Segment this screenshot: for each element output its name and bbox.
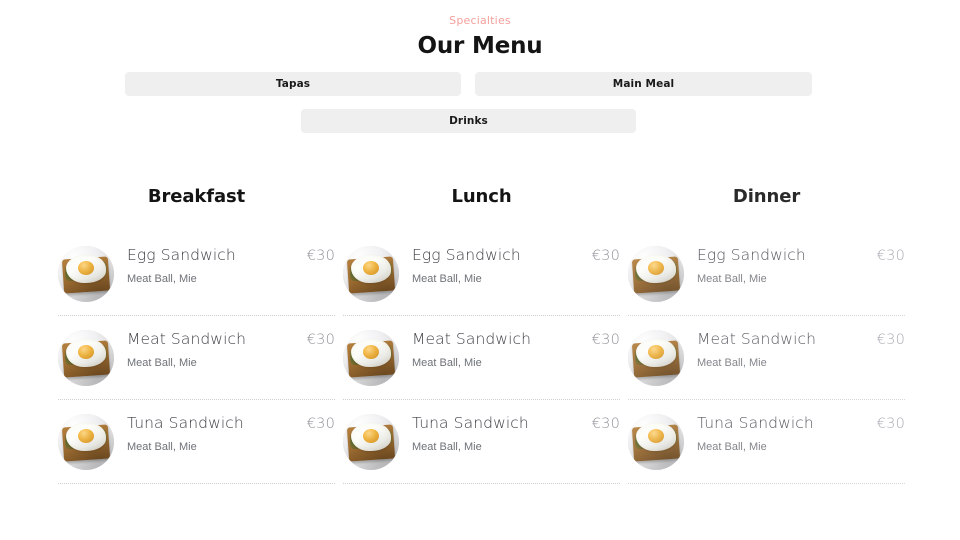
menu-item-description: Meat Ball, Mie	[697, 441, 767, 453]
menu-item-description: Meat Ball, Mie	[412, 273, 482, 285]
menu-item-text: Egg Sandwich €30 Meat Ball, Mie	[684, 245, 905, 286]
menu-item-price: €30	[876, 248, 905, 264]
menu-item-row[interactable]: Egg Sandwich €30 Meat Ball, Mie	[628, 243, 905, 316]
food-photo-thumbnail	[628, 330, 684, 386]
menu-column-lunch: Lunch Egg Sandwich €30 Meat Ball, Mie Me…	[343, 185, 620, 497]
column-title: Breakfast	[147, 186, 246, 207]
menu-item-headline: Egg Sandwich €30	[697, 245, 905, 266]
menu-item-text: Meat Sandwich €30 Meat Ball, Mie	[684, 329, 905, 370]
shadow-overlay	[628, 330, 684, 386]
menu-item-text: Meat Sandwich €30 Meat Ball, Mie	[114, 329, 335, 370]
menu-item-name: Meat Sandwich	[127, 330, 247, 348]
shadow-overlay	[628, 246, 684, 302]
menu-item-list: Egg Sandwich €30 Meat Ball, Mie Meat San…	[343, 243, 620, 484]
menu-item-price: €30	[876, 332, 905, 348]
menu-item-name: Egg Sandwich	[697, 246, 806, 264]
menu-item-row[interactable]: Egg Sandwich €30 Meat Ball, Mie	[343, 243, 620, 316]
menu-item-description: Meat Ball, Mie	[412, 357, 482, 369]
menu-item-name: Tuna Sandwich	[412, 414, 529, 432]
menu-item-headline: Meat Sandwich €30	[697, 329, 905, 350]
menu-item-list: Egg Sandwich €30 Meat Ball, Mie Meat San…	[58, 243, 335, 484]
menu-column-breakfast: Breakfast Egg Sandwich €30 Meat Ball, Mi…	[58, 185, 335, 497]
menu-item-price: €30	[306, 332, 335, 348]
menu-item-description: Meat Ball, Mie	[412, 441, 482, 453]
menu-item-name: Meat Sandwich	[697, 330, 817, 348]
tab-main-meal[interactable]: Main Meal	[475, 72, 812, 96]
food-photo-thumbnail	[58, 246, 114, 302]
food-photo-thumbnail	[628, 246, 684, 302]
menu-item-headline: Egg Sandwich €30	[412, 245, 620, 266]
page-title: Our Menu	[417, 33, 543, 59]
menu-item-text: Tuna Sandwich €30 Meat Ball, Mie	[399, 413, 620, 454]
food-photo-thumbnail	[58, 414, 114, 470]
menu-item-price: €30	[876, 416, 905, 432]
menu-item-name: Tuna Sandwich	[697, 414, 814, 432]
menu-item-price: €30	[306, 416, 335, 432]
shadow-overlay	[58, 414, 114, 470]
menu-item-name: Meat Sandwich	[412, 330, 532, 348]
food-photo-thumbnail	[343, 246, 399, 302]
menu-item-row[interactable]: Tuna Sandwich €30 Meat Ball, Mie	[628, 413, 905, 484]
menu-item-price: €30	[591, 416, 620, 432]
shadow-overlay	[58, 330, 114, 386]
menu-item-price: €30	[591, 248, 620, 264]
menu-item-row[interactable]: Tuna Sandwich €30 Meat Ball, Mie	[58, 413, 335, 484]
shadow-overlay	[343, 330, 399, 386]
food-photo-thumbnail	[58, 330, 114, 386]
menu-item-row[interactable]: Tuna Sandwich €30 Meat Ball, Mie	[343, 413, 620, 484]
shadow-overlay	[628, 414, 684, 470]
menu-item-headline: Tuna Sandwich €30	[127, 413, 335, 434]
food-photo-thumbnail	[343, 330, 399, 386]
menu-item-name: Egg Sandwich	[412, 246, 521, 264]
menu-item-row[interactable]: Egg Sandwich €30 Meat Ball, Mie	[58, 243, 335, 316]
menu-item-description: Meat Ball, Mie	[697, 357, 767, 369]
tab-tapas[interactable]: Tapas	[125, 72, 461, 96]
menu-item-text: Tuna Sandwich €30 Meat Ball, Mie	[114, 413, 335, 454]
shadow-overlay	[58, 246, 114, 302]
menu-item-headline: Meat Sandwich €30	[127, 329, 335, 350]
category-tabs: Tapas Main Meal Drinks	[0, 72, 960, 147]
menu-header: Specialties Our Menu	[0, 0, 960, 60]
menu-item-list: Egg Sandwich €30 Meat Ball, Mie Meat San…	[628, 243, 905, 484]
menu-item-headline: Tuna Sandwich €30	[697, 413, 905, 434]
section-eyebrow: Specialties	[449, 14, 511, 27]
menu-item-row[interactable]: Meat Sandwich €30 Meat Ball, Mie	[343, 329, 620, 400]
shadow-overlay	[343, 414, 399, 470]
menu-item-row[interactable]: Meat Sandwich €30 Meat Ball, Mie	[58, 329, 335, 400]
menu-item-headline: Tuna Sandwich €30	[412, 413, 620, 434]
menu-item-name: Egg Sandwich	[127, 246, 236, 264]
food-photo-thumbnail	[628, 414, 684, 470]
column-title: Lunch	[451, 186, 512, 207]
menu-item-text: Meat Sandwich €30 Meat Ball, Mie	[399, 329, 620, 370]
menu-item-price: €30	[306, 248, 335, 264]
menu-item-headline: Egg Sandwich €30	[127, 245, 335, 266]
menu-item-text: Tuna Sandwich €30 Meat Ball, Mie	[684, 413, 905, 454]
menu-columns: Breakfast Egg Sandwich €30 Meat Ball, Mi…	[0, 185, 960, 497]
menu-item-headline: Meat Sandwich €30	[412, 329, 620, 350]
menu-column-dinner: Dinner Egg Sandwich €30 Meat Ball, Mie M…	[628, 185, 905, 497]
menu-item-description: Meat Ball, Mie	[127, 273, 197, 285]
menu-item-description: Meat Ball, Mie	[127, 441, 197, 453]
menu-item-description: Meat Ball, Mie	[697, 273, 767, 285]
tab-drinks[interactable]: Drinks	[301, 109, 636, 133]
menu-item-text: Egg Sandwich €30 Meat Ball, Mie	[399, 245, 620, 286]
menu-item-name: Tuna Sandwich	[127, 414, 244, 432]
menu-item-row[interactable]: Meat Sandwich €30 Meat Ball, Mie	[628, 329, 905, 400]
menu-item-price: €30	[591, 332, 620, 348]
menu-item-description: Meat Ball, Mie	[127, 357, 197, 369]
food-photo-thumbnail	[343, 414, 399, 470]
menu-item-text: Egg Sandwich €30 Meat Ball, Mie	[114, 245, 335, 286]
shadow-overlay	[343, 246, 399, 302]
column-title: Dinner	[732, 186, 801, 207]
